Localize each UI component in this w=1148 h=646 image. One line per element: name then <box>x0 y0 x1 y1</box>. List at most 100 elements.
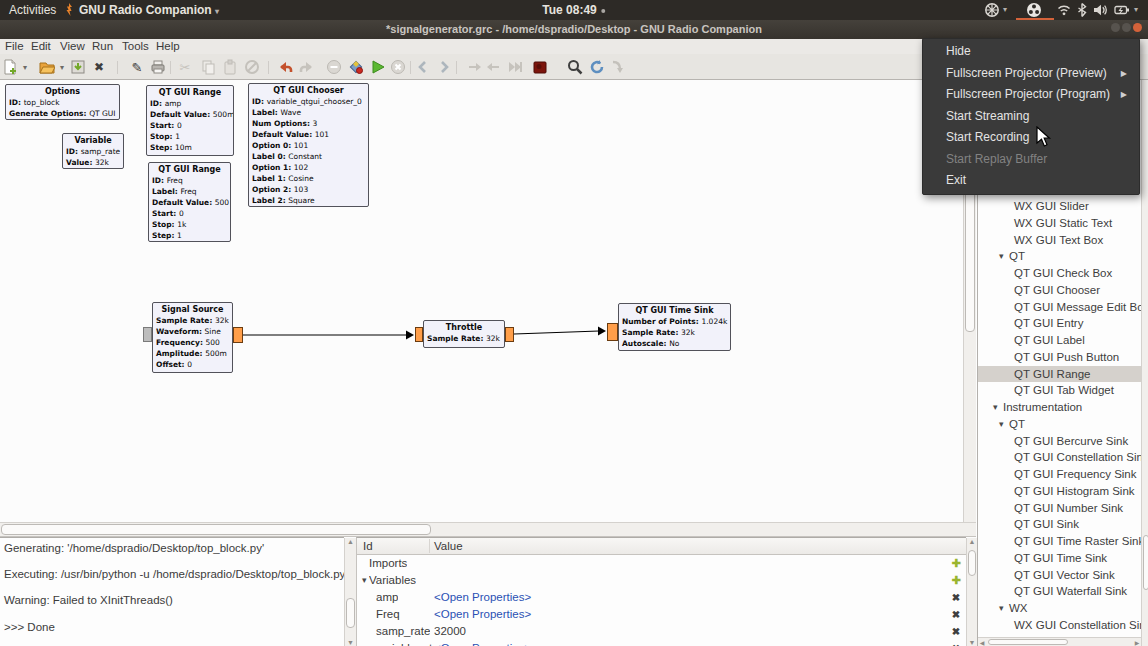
variable-row-Imports[interactable]: Imports✚ <box>357 555 966 572</box>
tree-item-qt-gui-histogram-sink[interactable]: QT GUI Histogram Sink <box>978 483 1141 500</box>
variables-header[interactable]: Id Value <box>357 538 966 555</box>
tree-item-qt[interactable]: ▾QT <box>978 416 1141 433</box>
back-icon[interactable] <box>414 58 432 76</box>
forward-icon[interactable] <box>435 58 453 76</box>
undo-icon[interactable] <box>277 58 295 76</box>
expander-icon[interactable]: ▾ <box>362 572 367 589</box>
kill-icon[interactable] <box>389 58 407 76</box>
block-qtgui-range-amp[interactable]: QT GUI RangeID: ampDefault Value: 500mSt… <box>146 85 234 156</box>
column-value[interactable]: Value <box>434 538 463 554</box>
add-icon[interactable]: ✚ <box>950 572 962 589</box>
menu-help[interactable]: Help <box>156 39 180 54</box>
tree-item-wx-gui-static-text[interactable]: WX GUI Static Text <box>978 215 1141 232</box>
stream-port[interactable] <box>607 323 618 341</box>
window-close-button[interactable] <box>1133 23 1142 32</box>
obs-menu-hide[interactable]: Hide <box>923 41 1139 63</box>
screen-record-indicator-icon[interactable] <box>984 2 1000 18</box>
console-scrollbar-thumb[interactable] <box>346 598 355 628</box>
volume-icon[interactable] <box>1092 2 1108 18</box>
reload-a-icon[interactable] <box>466 58 484 76</box>
copy-icon[interactable] <box>199 58 217 76</box>
obs-menu-exit[interactable]: Exit <box>923 170 1139 192</box>
tree-item-qt-gui-time-raster-sink[interactable]: QT GUI Time Raster Sink <box>978 533 1141 550</box>
execute-icon[interactable] <box>369 58 387 76</box>
variable-value[interactable]: <Open Properties> <box>434 606 531 623</box>
tree-item-wx-gui-slider[interactable]: WX GUI Slider <box>978 198 1141 215</box>
menu-run[interactable]: Run <box>92 39 113 54</box>
paste-icon[interactable] <box>221 58 239 76</box>
clock[interactable]: Tue 08:49 <box>542 0 605 20</box>
save-icon[interactable] <box>69 58 87 76</box>
tree-item-qt-gui-waterfall-sink[interactable]: QT GUI Waterfall Sink <box>978 583 1141 600</box>
tree-item-qt-gui-time-sink[interactable]: QT GUI Time Sink <box>978 550 1141 567</box>
errors-icon[interactable] <box>325 58 343 76</box>
flowgraph-canvas[interactable]: OptionsID: top_blockGenerate Options: QT… <box>0 80 963 522</box>
snippet-icon[interactable] <box>608 58 626 76</box>
record-icon[interactable] <box>531 58 549 76</box>
delete-icon[interactable]: ✖ <box>950 606 962 623</box>
column-id[interactable]: Id <box>363 538 373 554</box>
tree-item-qt-gui-label[interactable]: QT GUI Label <box>978 332 1141 349</box>
obs-menu-start-recording[interactable]: Start Recording <box>923 127 1139 149</box>
variable-row-variable_qtgui_chooser_0[interactable]: variable_qtgui_chooser_0<Open Properties… <box>357 640 966 646</box>
block-options[interactable]: OptionsID: top_blockGenerate Options: QT… <box>5 84 120 120</box>
cut-icon[interactable]: ✂ <box>176 58 194 76</box>
message-port[interactable] <box>143 327 152 342</box>
variable-row-amp[interactable]: amp<Open Properties>✖ <box>357 589 966 606</box>
block-variable[interactable]: VariableID: samp_rateValue: 32k <box>62 133 124 169</box>
menu-edit[interactable]: Edit <box>31 39 51 54</box>
variables-scrollbar[interactable]: ▲ ▼ <box>966 538 977 646</box>
block-qtgui-chooser[interactable]: QT GUI ChooserID: variable_qtgui_chooser… <box>248 83 369 207</box>
variable-value[interactable]: <Open Properties> <box>434 640 531 646</box>
tree-item-qt-gui-chooser[interactable]: QT GUI Chooser <box>978 282 1141 299</box>
variable-value[interactable]: <Open Properties> <box>434 589 531 606</box>
print-icon[interactable] <box>149 58 167 76</box>
menu-tools[interactable]: Tools <box>122 39 149 54</box>
battery-icon[interactable] <box>1114 2 1130 18</box>
delete-icon[interactable]: ✖ <box>950 640 962 646</box>
variable-row-Variables[interactable]: ▾Variables✚ <box>357 572 966 589</box>
library-vscrollbar-thumb[interactable] <box>1143 535 1148 590</box>
block-signal-source[interactable]: Signal SourceSample Rate: 32kWaveform: S… <box>152 302 233 373</box>
menu-file[interactable]: File <box>5 39 24 54</box>
tree-item-wx-gui-text-box[interactable]: WX GUI Text Box <box>978 232 1141 249</box>
stream-port[interactable] <box>415 327 423 342</box>
window-titlebar[interactable]: *signalgenerator.grc - /home/dspradio/De… <box>0 20 1148 39</box>
canvas-hscrollbar[interactable] <box>0 522 976 537</box>
block-throttle[interactable]: ThrottleSample Rate: 32k <box>423 320 505 348</box>
stream-port[interactable] <box>505 327 514 342</box>
console-scrollbar[interactable]: ▲ ▼ <box>344 538 356 646</box>
block-qtgui-range-freq[interactable]: QT GUI RangeID: FreqLabel: FreqDefault V… <box>148 162 231 242</box>
tree-item-instrumentation[interactable]: ▾Instrumentation <box>978 399 1141 416</box>
tree-item-qt-gui-check-box[interactable]: QT GUI Check Box <box>978 265 1141 282</box>
obs-menu-start-streaming[interactable]: Start Streaming <box>923 106 1139 128</box>
tree-item-qt-gui-frequency-sink[interactable]: QT GUI Frequency Sink <box>978 466 1141 483</box>
wifi-icon[interactable] <box>1056 2 1072 18</box>
variables-scrollbar-thumb[interactable] <box>968 550 976 576</box>
new-dropdown[interactable]: ▾ <box>16 58 34 76</box>
activities-button[interactable]: Activities <box>9 0 56 20</box>
tree-item-qt-gui-range[interactable]: QT GUI Range <box>978 366 1141 383</box>
tree-item-qt[interactable]: ▾QT <box>978 248 1141 265</box>
tree-item-qt-gui-entry[interactable]: QT GUI Entry <box>978 315 1141 332</box>
tree-item-wx[interactable]: ▾WX <box>978 600 1141 617</box>
tree-item-qt-gui-vector-sink[interactable]: QT GUI Vector Sink <box>978 567 1141 584</box>
tree-item-qt-gui-push-button[interactable]: QT GUI Push Button <box>978 349 1141 366</box>
tree-item-qt-gui-bercurve-sink[interactable]: QT GUI Bercurve Sink <box>978 433 1141 450</box>
tree-item-qt-gui-tab-widget[interactable]: QT GUI Tab Widget <box>978 382 1141 399</box>
block-qtgui-time-sink[interactable]: QT GUI Time SinkNumber of Points: 1.024k… <box>618 303 731 351</box>
tree-item-wx-gui-constellation-sink[interactable]: WX GUI Constellation Sink <box>978 617 1141 634</box>
window-minimize-button[interactable] <box>1111 23 1120 32</box>
obs-tray-icon[interactable] <box>1026 2 1042 18</box>
delete-icon[interactable] <box>243 58 261 76</box>
library-hscrollbar-thumb[interactable] <box>988 639 1068 645</box>
library-hscrollbar[interactable]: ◀ ▶ <box>978 637 1141 646</box>
delete-icon[interactable]: ✖ <box>950 623 962 640</box>
tree-item-qt-gui-message-edit-box[interactable]: QT GUI Message Edit Box <box>978 299 1141 316</box>
skip-icon[interactable] <box>506 58 524 76</box>
edit-icon[interactable]: ✎ <box>128 58 146 76</box>
variable-row-Freq[interactable]: Freq<Open Properties>✖ <box>357 606 966 623</box>
obs-menu-fullscreen-projector-program-[interactable]: Fullscreen Projector (Program)▶ <box>923 84 1139 106</box>
find-block-icon[interactable] <box>566 58 584 76</box>
close-icon[interactable]: ✖ <box>90 58 108 76</box>
